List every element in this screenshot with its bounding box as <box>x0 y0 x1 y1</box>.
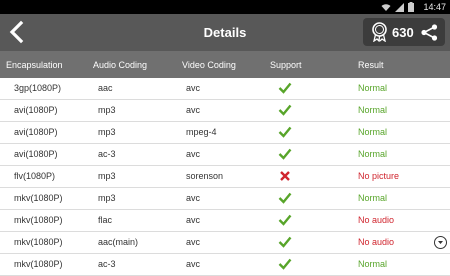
cross-icon <box>280 171 290 181</box>
check-icon <box>278 148 292 160</box>
cell-result: No audio <box>358 215 395 225</box>
cell-video-coding: avc <box>186 259 201 269</box>
cell-encapsulation: mkv(1080P) <box>14 215 63 225</box>
cell-video-coding: avc <box>186 105 201 115</box>
cell-audio-coding: ac-3 <box>98 149 116 159</box>
cell-audio-coding: mp3 <box>98 171 116 181</box>
cell-audio-coding: mp3 <box>98 105 116 115</box>
cell-result: No picture <box>358 171 400 181</box>
column-header-audio-coding: Audio Coding <box>93 60 148 70</box>
clock: 14:47 <box>423 2 446 12</box>
cell-result: Normal <box>358 105 388 115</box>
share-icon[interactable] <box>421 24 438 41</box>
results-list: 3gp(1080P) aac avc Normal avi(1080P) mp3… <box>0 78 450 276</box>
check-icon <box>278 82 292 94</box>
cell-result: Normal <box>358 127 388 137</box>
cell-encapsulation: avi(1080P) <box>14 127 58 137</box>
cell-result: Normal <box>358 83 388 93</box>
cell-encapsulation: avi(1080P) <box>14 149 58 159</box>
table-row: mkv(1080P) aac(main) avc No audio <box>0 232 450 254</box>
table-row: mkv(1080P) mp3 avc Normal <box>0 188 450 210</box>
cell-encapsulation: avi(1080P) <box>14 105 58 115</box>
cell-audio-coding: aac <box>98 83 113 93</box>
cell-encapsulation: 3gp(1080P) <box>14 83 62 93</box>
cell-encapsulation: mkv(1080P) <box>14 237 63 247</box>
award-badge-icon <box>372 22 387 42</box>
cell-video-coding: mpeg-4 <box>186 127 217 137</box>
check-icon <box>278 126 292 138</box>
wifi-icon <box>381 3 391 11</box>
table-header: Encapsulation Audio Coding Video Coding … <box>0 51 450 78</box>
table-row: mkv(1080P) ac-3 avc Normal <box>0 254 450 276</box>
cell-audio-coding: mp3 <box>98 127 116 137</box>
score-value: 630 <box>392 25 414 40</box>
toolbar: Details 630 <box>0 14 450 51</box>
column-header-video-coding: Video Coding <box>182 60 236 70</box>
battery-icon <box>408 2 414 12</box>
table-row: avi(1080P) mp3 mpeg-4 Normal <box>0 122 450 144</box>
cell-audio-coding: ac-3 <box>98 259 116 269</box>
check-icon <box>278 104 292 116</box>
check-icon <box>278 192 292 204</box>
cell-video-coding: avc <box>186 237 201 247</box>
table-row: mkv(1080P) flac avc No audio <box>0 210 450 232</box>
scroll-down-button[interactable] <box>434 236 447 249</box>
cell-audio-coding: aac(main) <box>98 237 139 247</box>
table-row: avi(1080P) ac-3 avc Normal <box>0 144 450 166</box>
cell-result: No audio <box>358 237 395 247</box>
check-icon <box>278 236 292 248</box>
column-header-result: Result <box>358 60 384 70</box>
cell-result: Normal <box>358 259 388 269</box>
table-row: avi(1080P) mp3 avc Normal <box>0 100 450 122</box>
cell-result: Normal <box>358 149 388 159</box>
table-row: 3gp(1080P) aac avc Normal <box>0 78 450 100</box>
column-header-support: Support <box>270 60 302 70</box>
table-row: flv(1080P) mp3 sorenson No picture <box>0 166 450 188</box>
cell-video-coding: avc <box>186 215 201 225</box>
status-bar: 14:47 <box>0 0 450 14</box>
cell-encapsulation: flv(1080P) <box>14 171 56 181</box>
column-header-encapsulation: Encapsulation <box>6 60 63 70</box>
cell-audio-coding: mp3 <box>98 193 116 203</box>
cell-video-coding: avc <box>186 193 201 203</box>
cell-audio-coding: flac <box>98 215 113 225</box>
cell-result: Normal <box>358 193 388 203</box>
signal-icon <box>395 2 404 12</box>
check-icon <box>278 214 292 226</box>
cell-encapsulation: mkv(1080P) <box>14 193 63 203</box>
score-panel: 630 <box>363 18 445 46</box>
check-icon <box>278 258 292 270</box>
cell-encapsulation: mkv(1080P) <box>14 259 63 269</box>
cell-video-coding: avc <box>186 149 201 159</box>
chevron-down-icon <box>438 241 443 244</box>
cell-video-coding: avc <box>186 83 201 93</box>
cell-video-coding: sorenson <box>186 171 224 181</box>
status-icons <box>381 2 414 12</box>
